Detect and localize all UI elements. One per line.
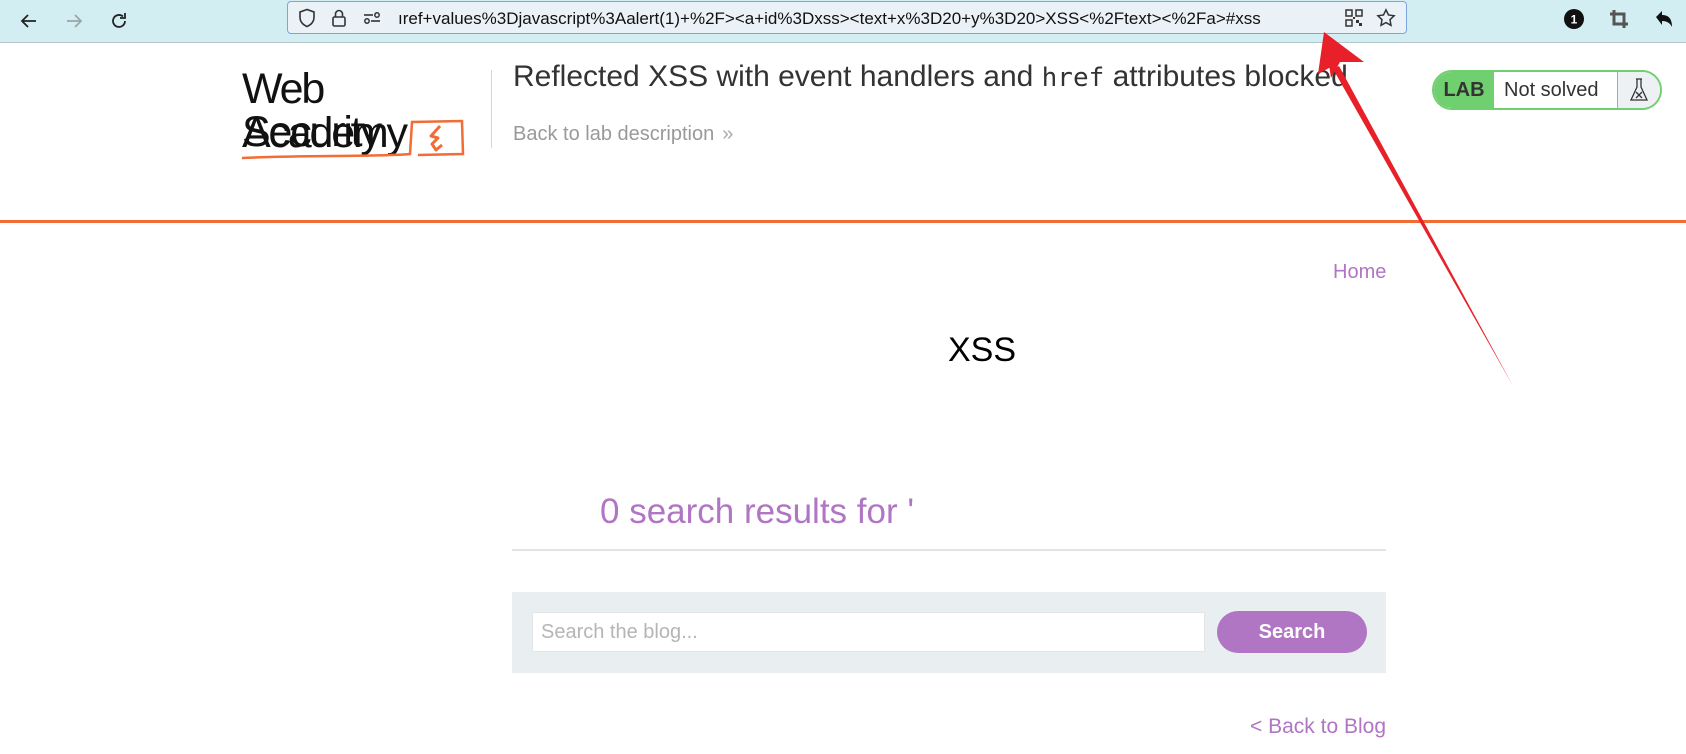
header-divider	[0, 220, 1686, 223]
url-text[interactable]: ıref+values%3Djavascript%3Aalert(1)+%2F>…	[398, 9, 1343, 29]
lab-title-suffix: attributes blocked	[1104, 60, 1348, 93]
lab-title-prefix: Reflected XSS with event handlers and	[513, 60, 1042, 93]
back-to-lab-description-label: Back to lab description	[513, 123, 715, 145]
shield-icon[interactable]	[296, 7, 318, 29]
home-link[interactable]: Home	[1333, 261, 1386, 284]
lab-title-code: href	[1041, 63, 1105, 93]
header-separator	[491, 70, 492, 148]
permissions-icon[interactable]	[361, 7, 383, 29]
qr-code-icon[interactable]	[1343, 7, 1365, 29]
notification-count: 1	[1571, 13, 1578, 27]
url-bar[interactable]: ıref+values%3Djavascript%3Aalert(1)+%2F>…	[287, 1, 1407, 34]
bookmark-star-button[interactable]	[1375, 7, 1397, 29]
results-divider	[512, 549, 1386, 551]
notification-badge[interactable]: 1	[1560, 5, 1588, 33]
forward-button[interactable]	[57, 4, 91, 38]
lab-title: Reflected XSS with event handlers and hr…	[513, 60, 1348, 94]
crop-button[interactable]	[1605, 5, 1633, 33]
lock-icon[interactable]	[328, 7, 350, 29]
star-icon	[1376, 8, 1396, 27]
url-value: ıref+values%3Djavascript%3Aalert(1)+%2F>…	[398, 9, 1261, 28]
browser-toolbar: ıref+values%3Djavascript%3Aalert(1)+%2F>…	[0, 0, 1686, 43]
lab-label: LAB	[1434, 72, 1494, 108]
search-button[interactable]: Search	[1217, 611, 1367, 653]
reload-icon	[112, 13, 126, 28]
injected-xss-link[interactable]: XSS	[948, 331, 1016, 370]
flask-icon	[1618, 72, 1660, 108]
double-chevron-right-icon: »	[722, 123, 734, 145]
back-to-blog-link[interactable]: < Back to Blog	[1250, 715, 1386, 739]
back-button[interactable]	[12, 4, 46, 38]
undo-icon	[1656, 11, 1672, 27]
lab-status-badge: LAB Not solved	[1432, 70, 1662, 110]
back-to-lab-description-link[interactable]: Back to lab description »	[513, 123, 733, 146]
crop-icon	[1610, 10, 1628, 28]
arrow-left-icon	[20, 14, 36, 28]
search-input[interactable]	[532, 612, 1205, 652]
undo-button[interactable]	[1650, 5, 1678, 33]
web-security-academy-logo[interactable]: Web Security Academy	[240, 66, 470, 161]
lab-status: Not solved	[1494, 72, 1618, 108]
search-form: Search	[512, 592, 1386, 673]
logo-flame-icon	[241, 119, 465, 160]
search-results-heading: 0 search results for '	[600, 492, 915, 531]
reload-button[interactable]	[102, 4, 136, 38]
arrow-right-icon	[67, 14, 83, 28]
annotation-arrow-shaft	[1333, 66, 1513, 386]
